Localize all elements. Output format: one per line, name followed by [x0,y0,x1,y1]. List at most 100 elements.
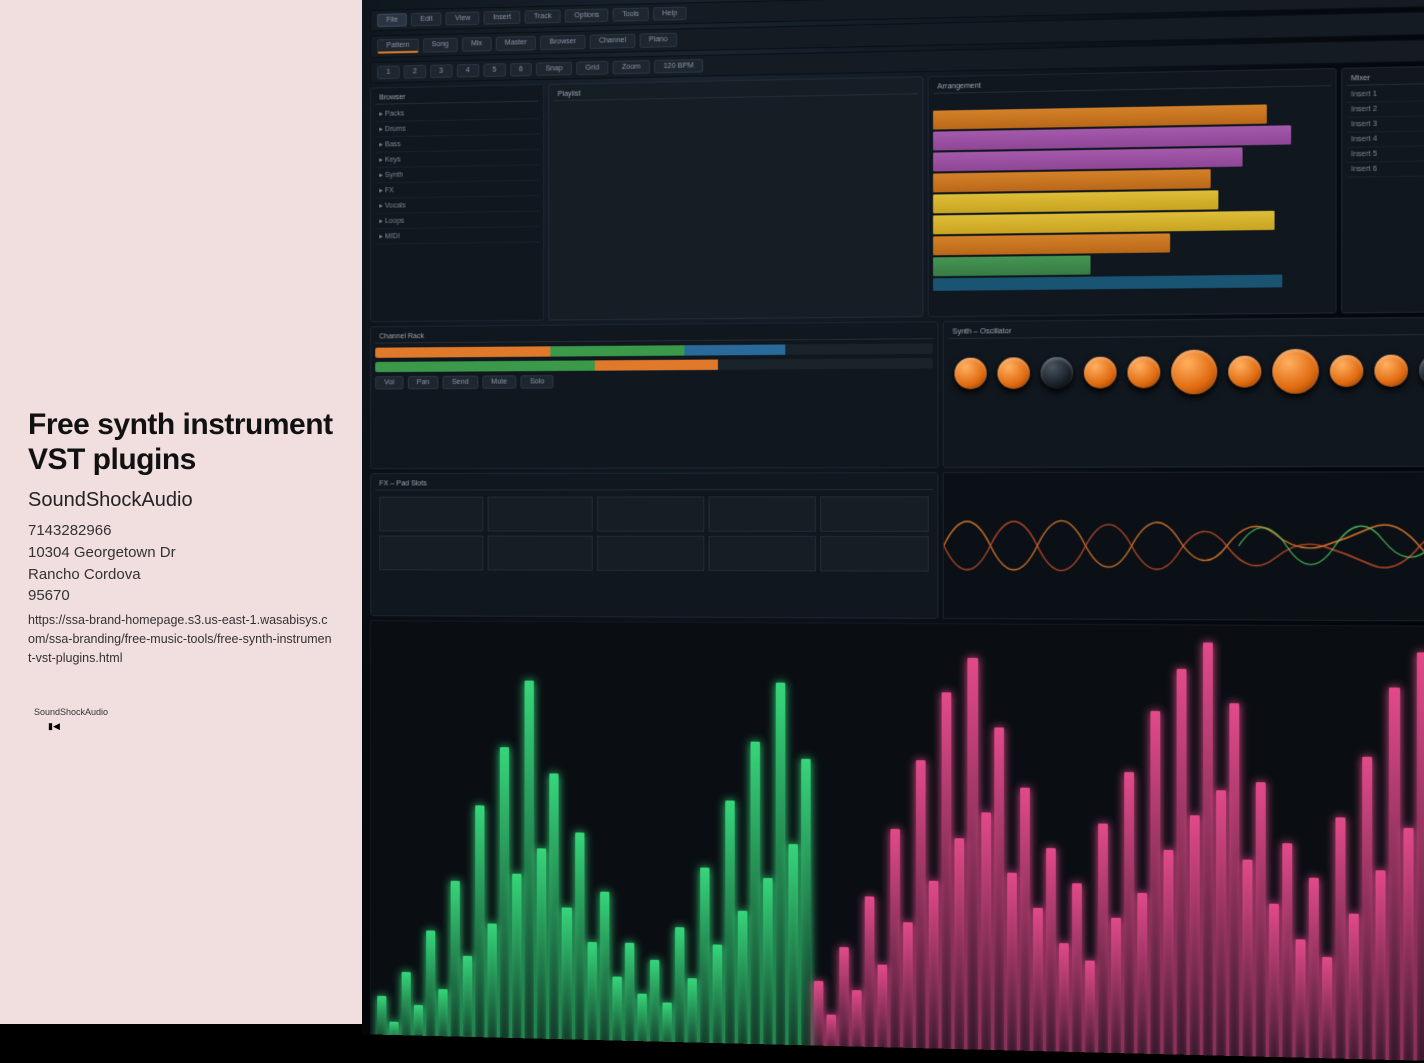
mixer-insert-item: Insert 3 [1347,114,1424,132]
arrangement-panel: Arrangement [928,68,1337,317]
toolbar-chip: File [377,13,407,27]
knob-icon [1419,354,1424,386]
knob-icon [1374,355,1407,387]
spectrum-bar [1336,818,1346,1063]
spectrum-bar [865,896,875,1058]
param-chip: Solo [521,375,554,389]
spectrum-bar [929,880,939,1060]
browser-item: ▸ MIDI [375,227,539,245]
pad-slot [597,496,704,531]
knob-icon [1330,355,1363,387]
track-clip [933,190,1218,213]
pad-slot [820,536,929,572]
spectrum-bar [1256,782,1266,1063]
mixer-row: Channel Rack Vol Pan Send Mute Solo Synt… [370,316,1424,469]
spectrum-bar [1243,860,1253,1063]
spectrum-bar [1020,788,1030,1063]
spectrum-bar [1296,939,1306,1063]
spectrum-bar [788,844,798,1057]
workspace-grid: Browser ▸ Packs▸ Drums▸ Bass▸ Keys▸ Synt… [370,64,1424,322]
level-meter [375,358,933,372]
spectrum-bar [801,759,811,1057]
mixer-insert-item: Insert 1 [1347,84,1424,103]
track-clip [933,169,1210,192]
waveform-panel [943,471,1424,622]
browser-panel: Browser ▸ Packs▸ Drums▸ Bass▸ Keys▸ Synt… [370,84,544,322]
spectrum-bar [1229,704,1239,1063]
brand-name: SoundShockAudio [28,489,334,512]
spectrum-bar [1163,850,1173,1063]
playlist-panel: Playlist [548,76,923,320]
city-line: Rancho Cordova [28,564,334,586]
source-url: https://ssa-brand-homepage.s3.us-east-1.… [28,611,334,667]
spectrum-bar [650,960,659,1053]
spectrum-bar [550,773,559,1050]
toolbar-chip: Master [496,36,537,51]
knob-icon [1041,357,1073,389]
spectrum-bar [537,849,546,1051]
toolbar-chip: Mix [462,37,492,52]
spectrum-bar [562,908,571,1051]
toolbar-chip: 5 [483,63,506,77]
spectrum-bar [625,943,634,1053]
spectrum-bar [389,1021,398,1046]
spectrum-bar [575,832,584,1051]
toolbar-chip: Snap [536,62,571,76]
toolbar-chip: Browser [540,35,585,50]
spectrum-bar [612,976,621,1052]
spectrum-bar [750,742,760,1056]
spectrum-bar [738,911,747,1055]
spectrum-bar [903,923,913,1060]
footer-brand: SoundShockAudio [28,707,334,717]
knob-icon [954,358,986,390]
spectrum-bar [637,993,646,1052]
spectrum-bar [1349,914,1359,1063]
spectrum-bar [981,813,991,1062]
param-chip: Mute [482,375,516,389]
toolbar-chip: Options [565,8,609,22]
spectrum-bar [994,727,1004,1062]
spectrum-bar [1124,772,1134,1063]
spectrum-bar [463,956,472,1048]
track-clip [933,233,1170,255]
phone-number: 7143282966 [28,520,334,542]
spectrum-bar [1059,943,1069,1063]
spectrum-bar [1389,687,1399,1062]
spectrum-bar [1150,711,1160,1062]
spectrum-bar [763,878,773,1056]
spectrum-bar [377,996,386,1046]
zip-line: 95670 [28,585,334,607]
pad-slot [597,536,704,571]
spectrum-bar [662,1002,671,1053]
toolbar-chip: Edit [411,12,442,26]
spectrum-bar [1203,643,1213,1063]
spectrum-bar [1363,757,1373,1063]
spectrum-bar [1046,848,1056,1063]
spectrum-bar [878,965,888,1059]
media-icon: ▮◀ [28,721,334,732]
toolbar-chip: Piano [640,33,677,48]
spectrum-bar [475,806,484,1049]
spectrum-bar [1190,816,1200,1063]
spectrum-bar [1403,827,1413,1062]
spectrum-bar [1098,823,1108,1063]
spectrum-bar [675,927,684,1054]
spectrum-bar [414,1005,423,1047]
toolbar-chip: 4 [456,64,478,78]
toolbar-chip: Song [423,38,458,53]
spectrum-bar [839,947,849,1058]
pad-slot [708,496,816,531]
spectrum-bar [439,989,448,1048]
pad-slot [379,535,483,570]
spectrum-bar [587,942,596,1052]
knob-icon [1272,349,1318,394]
mixer-side-panel: Mixer Insert 1Insert 2Insert 3Insert 4In… [1341,64,1424,314]
pad-slot [488,497,593,532]
spectrum-bar [426,930,435,1047]
toolbar-chip: Grid [576,61,608,75]
spectrum-bar [776,683,786,1057]
spectrum-bar [1177,668,1187,1062]
channel-rack-panel: Channel Rack Vol Pan Send Mute Solo [370,321,938,469]
spectrum-bar [1416,653,1424,1063]
synth-title: Synth – Oscillator [948,321,1424,339]
